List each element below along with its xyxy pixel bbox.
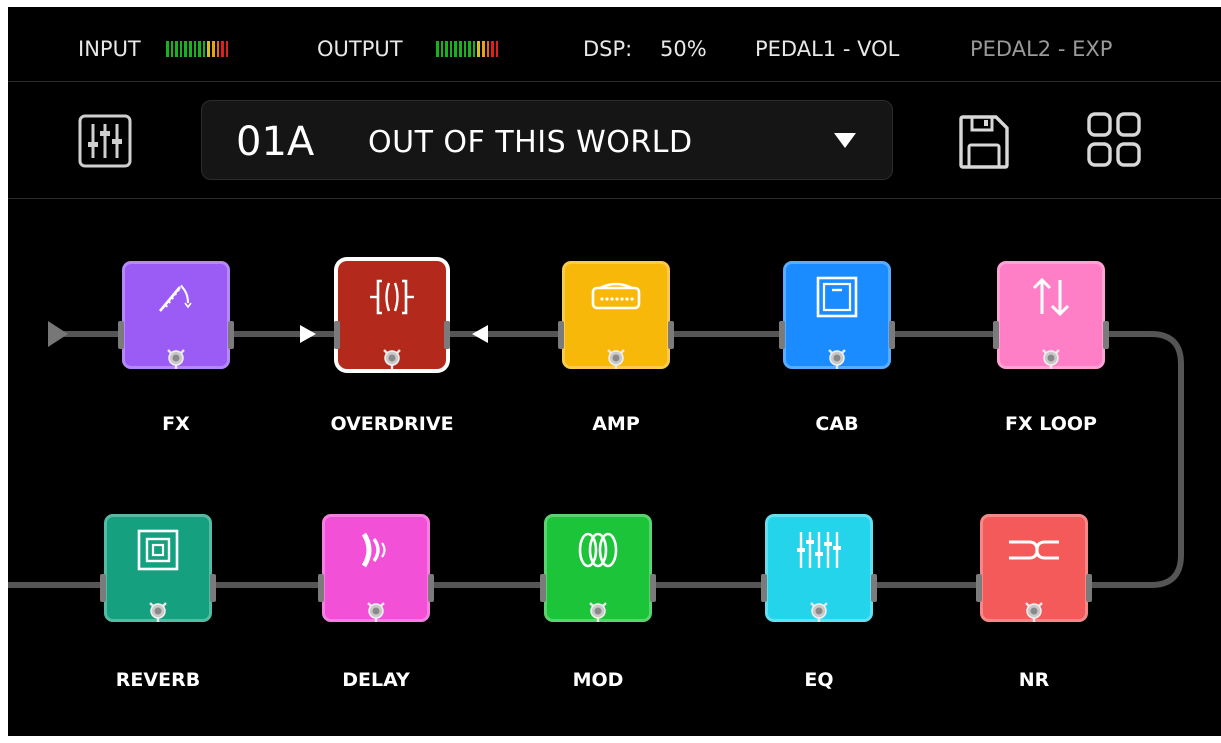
footswitch-icon	[145, 598, 171, 624]
pedal-label: NR	[1018, 669, 1050, 691]
footswitch-icon	[1038, 345, 1064, 371]
cable-jack	[779, 321, 785, 349]
footswitch-icon	[824, 345, 850, 371]
cable-jack	[1086, 574, 1092, 602]
pedal-delay[interactable]	[322, 514, 430, 622]
cab-icon	[783, 271, 891, 323]
cable-jack	[889, 321, 895, 349]
footswitch-icon	[379, 345, 405, 371]
cable-jack	[761, 574, 767, 602]
reverb-icon	[104, 524, 212, 576]
cable-jack	[100, 574, 106, 602]
footswitch-icon	[363, 598, 389, 624]
footswitch-icon	[163, 345, 189, 371]
cable-jack	[210, 574, 216, 602]
mod-icon	[544, 524, 652, 576]
pedal-fx-loop[interactable]	[997, 261, 1105, 369]
input-marker-icon	[48, 321, 68, 347]
pedal-label: AMP	[592, 413, 640, 435]
cable-jack	[993, 321, 999, 349]
pedal-label: MOD	[572, 669, 624, 691]
pedal-eq[interactable]	[765, 514, 873, 622]
cable-jack	[318, 574, 324, 602]
footswitch-icon	[1021, 598, 1047, 624]
fx-loop-icon	[997, 271, 1105, 323]
pedal-label: EQ	[804, 669, 834, 691]
pedal-overdrive[interactable]	[338, 261, 446, 369]
cable-jack	[558, 321, 564, 349]
cable-jack	[871, 574, 877, 602]
signal-chain: FX OVERDRIVE AMP CAB FX LOOP REVERB DELAY MOD E…	[8, 7, 1221, 736]
cable-jack	[228, 321, 234, 349]
cable-jack	[650, 574, 656, 602]
overdrive-icon	[338, 271, 446, 323]
pedal-label: CAB	[815, 413, 859, 435]
cable-jack	[118, 321, 124, 349]
footswitch-icon	[585, 598, 611, 624]
footswitch-icon	[603, 345, 629, 371]
cable-jack	[334, 321, 340, 349]
pedal-label: FX LOOP	[1005, 413, 1097, 435]
device-screen: INPUT OUTPUT DSP: 50% PEDAL1 - VOL PEDAL…	[8, 7, 1221, 736]
cable-jack	[444, 321, 450, 349]
footswitch-icon	[806, 598, 832, 624]
cursor-arrow-right-icon	[300, 325, 316, 343]
signal-cable	[8, 331, 1184, 588]
cable-jack	[976, 574, 982, 602]
pedal-label: REVERB	[115, 669, 201, 691]
cable-jack	[1103, 321, 1109, 349]
amp-icon	[562, 271, 670, 323]
pedal-cab[interactable]	[783, 261, 891, 369]
cursor-arrow-left-icon	[472, 325, 488, 343]
pedal-label: OVERDRIVE	[330, 413, 454, 435]
pedal-fx[interactable]	[122, 261, 230, 369]
delay-icon	[322, 524, 430, 576]
cable-jack	[668, 321, 674, 349]
pedal-label: FX	[162, 413, 190, 435]
pedal-reverb[interactable]	[104, 514, 212, 622]
cable-jack	[428, 574, 434, 602]
eq-icon	[765, 524, 873, 576]
pedal-label: DELAY	[342, 669, 410, 691]
cable-jack	[540, 574, 546, 602]
pedal-mod[interactable]	[544, 514, 652, 622]
pedal-nr[interactable]	[980, 514, 1088, 622]
fx-pitch-icon	[122, 271, 230, 323]
pedal-amp[interactable]	[562, 261, 670, 369]
noise-reduction-icon	[980, 524, 1088, 576]
